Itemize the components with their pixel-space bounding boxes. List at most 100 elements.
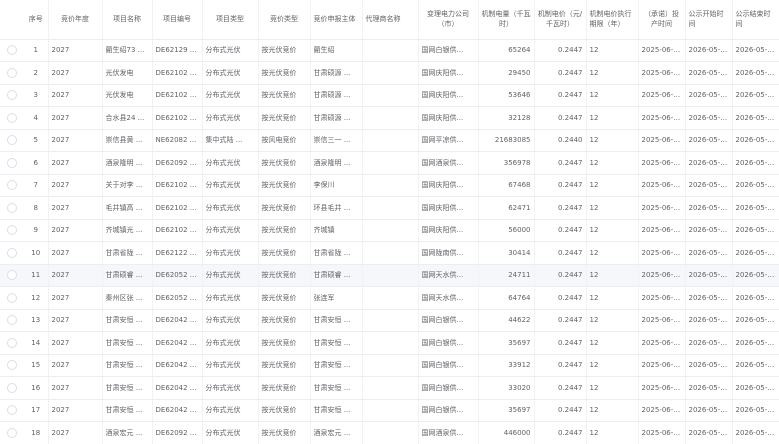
row-radio[interactable]	[7, 315, 17, 326]
row-radio[interactable]	[7, 157, 17, 168]
row-select-cell	[0, 286, 24, 310]
cell-price: 0.2447	[534, 286, 587, 310]
header-publicity-start[interactable]: 公示开始时间	[685, 0, 733, 40]
cell-grid-company: 国网白银供...	[418, 399, 479, 422]
row-select-cell	[0, 196, 24, 220]
cell-period: 12	[586, 84, 639, 107]
cell-energy: 67468	[478, 174, 535, 197]
header-year[interactable]: 竞价年度	[48, 0, 103, 40]
row-select-cell	[0, 174, 24, 197]
table-row[interactable]: 3 2027 光伏发电 DE62102 ... 分布式光伏 按光伏竞价 甘肃硕源…	[0, 84, 779, 107]
table-row[interactable]: 1 2027 藺生绍73 ... DE62129 ... 分布式光伏 按光伏竞价…	[0, 39, 779, 62]
cell-project-type: 分布式光伏	[202, 264, 259, 287]
table-row[interactable]: 10 2027 甘肃省陇 ... DE62122 ... 分布式光伏 按光伏竞价…	[0, 241, 779, 265]
cell-production-time: 2025-06-04	[638, 39, 686, 62]
table-row[interactable]: 15 2027 甘肃安恒 ... DE62042 ... 分布式光伏 按光伏竞价…	[0, 354, 779, 377]
table-row[interactable]: 8 2027 毛井镇高 ... DE62102 ... 分布式光伏 按光伏竞价 …	[0, 196, 779, 220]
cell-period: 12	[586, 151, 639, 175]
cell-grid-company: 国网庆阳供...	[418, 61, 479, 85]
table-row[interactable]: 13 2027 甘肃安恒 ... DE62042 ... 分布式光伏 按光伏竞价…	[0, 309, 779, 332]
cell-agent-name	[362, 174, 419, 197]
row-select-cell	[0, 129, 24, 152]
cell-energy: 65264	[478, 39, 535, 62]
row-select-cell	[0, 376, 24, 400]
cell-publicity-start: 2026-05-11	[685, 39, 733, 62]
table-row[interactable]: 18 2027 酒泉宏元 ... DE62092 ... 分布式光伏 按光伏竞价…	[0, 421, 779, 444]
cell-production-time: 2025-06-06	[638, 129, 686, 152]
row-radio[interactable]	[7, 225, 17, 236]
row-radio[interactable]	[7, 247, 17, 258]
cell-bid-declarer: 甘肃安恒 ...	[310, 376, 363, 400]
row-radio[interactable]	[7, 202, 17, 213]
row-radio[interactable]	[7, 427, 17, 438]
row-radio[interactable]	[7, 45, 17, 56]
cell-bid-declarer: 甘肃安恒 ...	[310, 309, 363, 332]
header-price[interactable]: 机制电价（元/千瓦时）	[534, 0, 587, 40]
header-project-code[interactable]: 项目编号	[152, 0, 203, 40]
cell-grid-company: 国网白银供...	[418, 376, 479, 400]
table-row[interactable]: 6 2027 酒泉隆明 ... DE62092 ... 分布式光伏 按光伏竞价 …	[0, 151, 779, 175]
cell-publicity-end: 2026-05-15	[732, 376, 779, 400]
select-column-header	[0, 0, 24, 40]
cell-bid-type: 按光伏竞价	[258, 106, 311, 130]
cell-bid-type: 按光伏竞价	[258, 286, 311, 310]
row-radio[interactable]	[7, 112, 17, 123]
cell-project-code: DE62092 ...	[152, 421, 203, 444]
row-radio[interactable]	[7, 180, 17, 191]
cell-project-code: DE62042 ...	[152, 331, 203, 355]
cell-project-code: DE62102 ...	[152, 106, 203, 130]
table-row[interactable]: 17 2027 甘肃安恒 ... DE62042 ... 分布式光伏 按光伏竞价…	[0, 399, 779, 422]
row-radio[interactable]	[7, 90, 17, 101]
row-radio[interactable]	[7, 67, 17, 78]
header-bid-declarer[interactable]: 竞价申报主体	[310, 0, 363, 40]
row-radio[interactable]	[7, 337, 17, 348]
cell-publicity-end: 2026-05-15	[732, 241, 779, 265]
row-radio[interactable]	[7, 382, 17, 393]
row-radio[interactable]	[7, 405, 17, 416]
cell-project-code: DE62042 ...	[152, 354, 203, 377]
cell-bid-declarer: 甘肃硕睿 ...	[310, 264, 363, 287]
table-row[interactable]: 7 2027 关于对李 ... DE62102 ... 分布式光伏 按光伏竞价 …	[0, 174, 779, 197]
table-row[interactable]: 14 2027 甘肃安恒 ... DE62042 ... 分布式光伏 按光伏竞价…	[0, 331, 779, 355]
cell-production-time: 2025-06-23	[638, 421, 686, 444]
table-row[interactable]: 5 2027 崇信县黄 ... NE62082 ... 集中式陆 ... 按风电…	[0, 129, 779, 152]
cell-year: 2027	[48, 421, 103, 444]
table-row[interactable]: 9 2027 齐城镇光 ... DE62102 ... 分布式光伏 按光伏竞价 …	[0, 219, 779, 242]
cell-project-name: 甘肃安恒 ...	[102, 399, 153, 422]
cell-energy: 21683085	[478, 129, 535, 152]
row-radio[interactable]	[7, 270, 17, 281]
cell-project-type: 分布式光伏	[202, 196, 259, 220]
cell-price: 0.2447	[534, 151, 587, 175]
header-agent-name[interactable]: 代理商名称	[362, 0, 419, 40]
cell-price: 0.2447	[534, 309, 587, 332]
header-project-name[interactable]: 项目名称	[102, 0, 153, 40]
table-row[interactable]: 11 2027 甘肃硕睿 ... DE62052 ... 分布式光伏 按光伏竞价…	[0, 264, 779, 287]
header-grid-company[interactable]: 变理电力公司（市）	[418, 0, 479, 40]
row-radio[interactable]	[7, 360, 17, 371]
header-bid-type[interactable]: 竞价类型	[258, 0, 311, 40]
row-radio[interactable]	[7, 292, 17, 303]
header-seq[interactable]: 序号	[24, 0, 49, 40]
cell-publicity-end: 2026-05-15	[732, 196, 779, 220]
cell-project-name: 毛井镇高 ...	[102, 196, 153, 220]
cell-period: 12	[586, 61, 639, 85]
cell-publicity-end: 2026-05-15	[732, 174, 779, 197]
table-row[interactable]: 12 2027 秦州区张 ... DE62052 ... 分布式光伏 按光伏竞价…	[0, 286, 779, 310]
cell-seq: 6	[24, 151, 49, 175]
table-row[interactable]: 4 2027 合水县24 ... DE62102 ... 分布式光伏 按光伏竞价…	[0, 106, 779, 130]
header-production-time[interactable]: （承诺）投产时间	[638, 0, 686, 40]
cell-bid-declarer: 酒泉隆明 ...	[310, 151, 363, 175]
header-period[interactable]: 机制电价执行期限（年）	[586, 0, 639, 40]
table-row[interactable]: 2 2027 光伏发电 DE62102 ... 分布式光伏 按光伏竞价 甘肃硕源…	[0, 61, 779, 85]
table-row[interactable]: 16 2027 甘肃安恒 ... DE62042 ... 分布式光伏 按光伏竞价…	[0, 376, 779, 400]
row-radio[interactable]	[7, 135, 17, 146]
cell-bid-type: 按光伏竞价	[258, 174, 311, 197]
cell-seq: 1	[24, 39, 49, 62]
header-publicity-end[interactable]: 公示结束时间	[732, 0, 779, 40]
cell-grid-company: 国网庆阳供...	[418, 196, 479, 220]
cell-energy: 56000	[478, 219, 535, 242]
header-project-type[interactable]: 项目类型	[202, 0, 259, 40]
cell-grid-company: 国网平凉供...	[418, 129, 479, 152]
cell-publicity-end: 2026-05-15	[732, 84, 779, 107]
header-energy[interactable]: 机制电量（千瓦时）	[478, 0, 535, 40]
